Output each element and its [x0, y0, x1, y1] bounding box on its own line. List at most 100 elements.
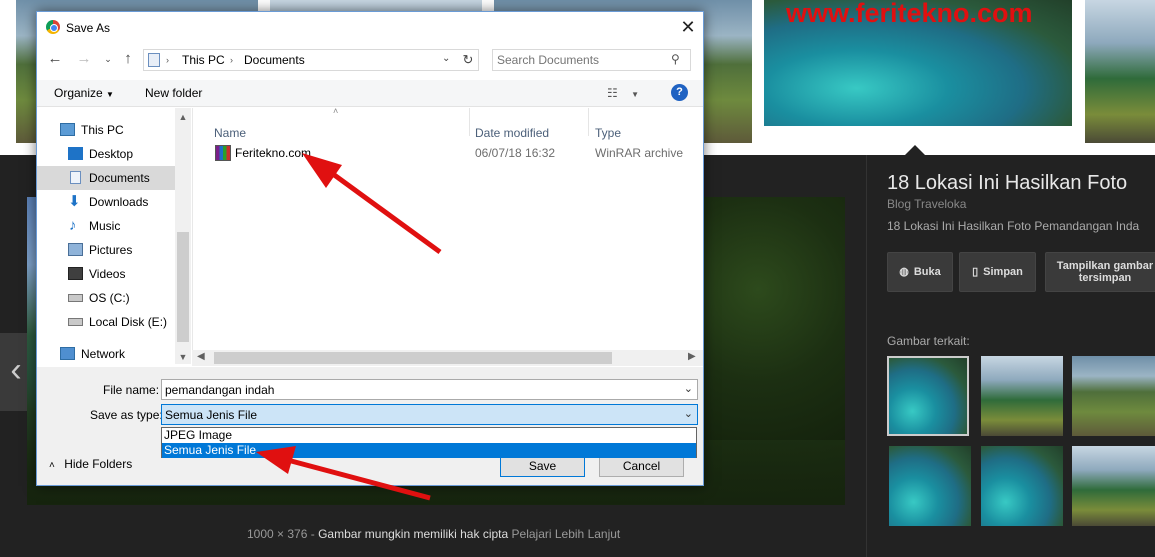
desktop-icon — [68, 147, 83, 160]
forward-arrow-icon[interactable]: → — [75, 50, 93, 68]
save-as-dialog: Save As ✕ ← → ⌄ ↑ › This PC › Documents … — [36, 11, 704, 486]
image-title[interactable]: 18 Lokasi Ini Hasilkan Foto — [887, 172, 1127, 195]
breadcrumb-chevron-icon[interactable]: › — [230, 55, 233, 65]
related-image-thumbnail[interactable] — [1072, 356, 1155, 436]
nav-item-desktop[interactable]: Desktop — [37, 142, 175, 166]
copyright-notice: Gambar mungkin memiliki hak cipta — [318, 527, 509, 541]
file-name: Feritekno.com — [235, 146, 312, 160]
nav-pane-scrollbar[interactable]: ▲ ▼ — [175, 108, 191, 364]
image-source[interactable]: Blog Traveloka — [887, 197, 966, 211]
file-list-horizontal-scrollbar[interactable]: ◀ ▶ — [192, 350, 703, 366]
refresh-icon[interactable]: ↻ — [458, 49, 479, 71]
nav-item-label: Desktop — [89, 147, 134, 161]
scroll-left-icon[interactable]: ◀ — [197, 351, 205, 362]
type-option-all-files[interactable]: Semua Jenis File — [162, 443, 696, 458]
save-button[interactable]: Save — [500, 455, 585, 477]
related-image-thumbnail[interactable] — [889, 446, 971, 526]
scroll-right-icon[interactable]: ▶ — [688, 351, 696, 362]
related-image-thumbnail[interactable] — [887, 356, 969, 436]
music-icon: ♪ — [69, 217, 77, 234]
nav-item-label: Videos — [89, 267, 126, 281]
view-options-icon[interactable]: ☷ ▼ — [607, 86, 639, 100]
chrome-icon — [46, 20, 60, 34]
search-icon[interactable]: ⚲ — [671, 52, 680, 66]
new-folder-button[interactable]: New folder — [145, 86, 202, 100]
nav-item-videos[interactable]: Videos — [37, 262, 175, 286]
watermark-text: www.feritekno.com — [786, 0, 1033, 28]
visit-button[interactable]: ◍ Buka — [887, 252, 953, 292]
file-date: 06/07/18 16:32 — [475, 146, 556, 160]
hide-folders-toggle[interactable]: ˄ Hide Folders — [49, 457, 132, 471]
nav-item-network[interactable]: Network — [37, 342, 175, 366]
column-header-name[interactable]: Name — [214, 126, 246, 140]
address-bar[interactable]: › This PC › Documents ⌄ — [143, 49, 479, 71]
save-as-type-dropdown-list: JPEG Image Semua Jenis File — [161, 427, 697, 458]
chevron-down-icon[interactable]: ⌄ — [684, 407, 693, 420]
network-icon — [60, 347, 75, 360]
nav-item-label: Pictures — [89, 243, 133, 257]
scroll-down-icon[interactable]: ▼ — [175, 352, 191, 362]
nav-item-downloads[interactable]: ⬇ Downloads — [37, 190, 175, 214]
search-input[interactable] — [497, 52, 667, 68]
nav-item-pictures[interactable]: Pictures — [37, 238, 175, 262]
nav-item-documents[interactable]: Documents — [37, 166, 175, 190]
computer-icon — [60, 123, 75, 136]
column-divider[interactable] — [588, 108, 589, 136]
help-icon[interactable]: ? — [671, 84, 688, 101]
back-arrow-icon[interactable]: ← — [46, 50, 64, 68]
nav-item-label: Documents — [89, 171, 150, 185]
navigation-pane: This PC Desktop Documents ⬇ Downloads ♪ … — [37, 108, 191, 364]
nav-item-this-pc[interactable]: This PC — [37, 118, 175, 142]
file-name-field[interactable]: pemandangan indah ⌄ — [161, 379, 698, 400]
nav-item-local-disk-e[interactable]: Local Disk (E:) — [37, 310, 175, 334]
dialog-title: Save As — [66, 21, 111, 35]
close-icon[interactable]: ✕ — [673, 16, 703, 40]
view-saved-button[interactable]: Tampilkan gambar tersimpan — [1045, 252, 1155, 292]
image-description: 18 Lokasi Ini Hasilkan Foto Pemandangan … — [887, 219, 1140, 233]
save-as-type-label: Save as type: — [90, 408, 163, 422]
save-image-button-label: Simpan — [983, 266, 1023, 278]
related-images-label: Gambar terkait: — [887, 334, 970, 348]
save-image-button[interactable]: ▯ Simpan — [959, 252, 1036, 292]
file-list-pane: ˄ Name Date modified Type Feritekno.com … — [192, 106, 703, 364]
learn-more-link[interactable]: Pelajari Lebih Lanjut — [512, 527, 621, 541]
related-image-thumbnail[interactable] — [981, 446, 1063, 526]
related-image-thumbnail[interactable] — [1072, 446, 1155, 526]
nav-item-label: Network — [81, 347, 126, 361]
nav-item-label: OS (C:) — [89, 291, 130, 305]
scrollbar-thumb[interactable] — [214, 352, 612, 364]
column-divider[interactable] — [469, 108, 470, 136]
column-header-date-modified[interactable]: Date modified — [475, 126, 549, 140]
column-header-type[interactable]: Type — [595, 126, 621, 140]
cancel-button[interactable]: Cancel — [599, 455, 684, 477]
caption-separator: - — [310, 527, 315, 541]
selection-caret — [905, 145, 925, 155]
recent-locations-chevron-icon[interactable]: ⌄ — [99, 50, 117, 68]
file-type: WinRAR archive — [595, 146, 684, 160]
chevron-down-icon: ▼ — [106, 90, 114, 99]
chevron-down-icon[interactable]: ⌄ — [684, 382, 693, 395]
pictures-icon — [68, 243, 83, 256]
organize-menu[interactable]: Organize ▼ — [54, 86, 114, 100]
download-icon: ⬇ — [68, 193, 81, 210]
search-box[interactable]: ⚲ — [492, 49, 691, 71]
type-option-jpeg[interactable]: JPEG Image — [162, 428, 696, 443]
breadcrumb-this-pc[interactable]: This PC — [182, 53, 225, 67]
scroll-up-icon[interactable]: ▲ — [175, 112, 191, 122]
nav-item-os-c[interactable]: OS (C:) — [37, 286, 175, 310]
save-as-type-select[interactable]: Semua Jenis File ⌄ — [161, 404, 698, 425]
sort-caret-icon: ˄ — [333, 106, 339, 116]
breadcrumb-chevron-icon[interactable]: › — [166, 55, 169, 65]
selected-result-thumbnail[interactable]: www.feritekno.com — [764, 0, 1072, 126]
scrollbar-thumb[interactable] — [177, 232, 189, 342]
dialog-titlebar[interactable]: Save As ✕ — [37, 12, 703, 43]
address-dropdown-icon[interactable]: ⌄ — [442, 53, 450, 64]
up-arrow-icon[interactable]: ↑ — [119, 50, 137, 68]
related-image-thumbnail[interactable] — [981, 356, 1063, 436]
drive-icon — [68, 318, 83, 326]
file-row[interactable]: Feritekno.com 06/07/18 16:32 WinRAR arch… — [213, 144, 693, 164]
result-thumbnail[interactable] — [1085, 0, 1155, 143]
breadcrumb-documents[interactable]: Documents — [244, 53, 305, 67]
chevron-up-icon: ˄ — [49, 460, 55, 471]
nav-item-music[interactable]: ♪ Music — [37, 214, 175, 238]
